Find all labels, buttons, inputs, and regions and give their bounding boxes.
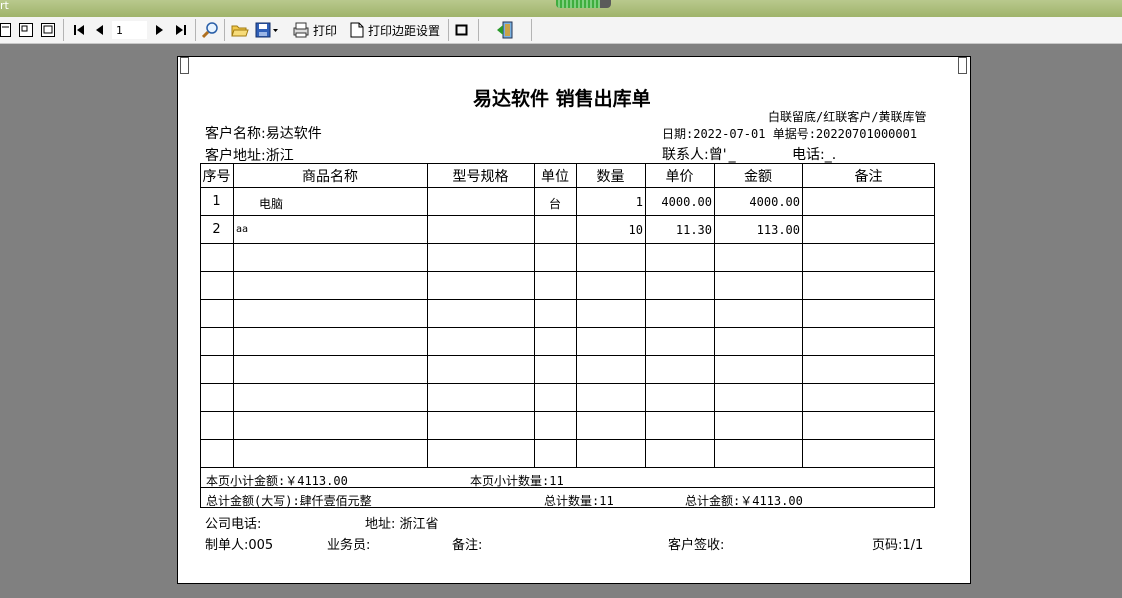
col-header-qty: 数量: [596, 169, 625, 185]
page-number-input[interactable]: 1: [112, 21, 147, 39]
subtotal-amount: 本页小计金额:￥4113.00: [206, 474, 348, 488]
row1-qty: 1: [635, 195, 643, 209]
open-folder-icon[interactable]: [231, 20, 249, 40]
row1-amount: 4000.00: [749, 195, 800, 209]
col-header-unit: 单位: [541, 169, 569, 185]
exit-icon[interactable]: [496, 20, 514, 40]
salesman: 业务员:: [327, 538, 371, 553]
company-phone: 公司电话:: [205, 517, 262, 532]
col-header-spec: 型号规格: [452, 169, 509, 185]
contact: 联系人:曾' _: [662, 147, 736, 163]
page-margin-button[interactable]: 打印边距设置: [350, 20, 440, 40]
first-page-icon[interactable]: [73, 20, 85, 40]
row2-amount: 113.00: [756, 223, 800, 237]
print-label: 打印: [313, 23, 338, 38]
next-page-icon[interactable]: [154, 20, 164, 40]
row1-no: 1: [212, 194, 221, 209]
col-header-price: 单价: [665, 169, 694, 185]
loading-indicator: [556, 0, 611, 8]
total-qty: 总计数量:11: [544, 494, 614, 508]
col-header-no: 序号: [202, 169, 231, 185]
subtotal-qty: 本页小计数量:11: [470, 474, 564, 488]
customer-name: 客户名称:易达软件: [205, 126, 322, 142]
row2-no: 2: [212, 222, 221, 237]
title-bar: rt: [0, 0, 1122, 17]
report-title: 易达软件 销售出库单: [473, 88, 651, 110]
total-words: 总计金额(大写):肆仟壹佰元整: [206, 494, 372, 508]
row1-price: 4000.00: [661, 195, 712, 209]
row2-name: aa: [236, 224, 249, 235]
copy-note: 白联留底/红联客户/黄联库管: [768, 110, 927, 124]
frame-icon[interactable]: [455, 20, 469, 40]
prev-page-icon[interactable]: [95, 20, 105, 40]
customer-sign: 客户签收:: [668, 538, 725, 553]
print-icon: [293, 22, 309, 38]
customer-address: 客户地址:浙江: [205, 148, 294, 164]
margin-marker-left[interactable]: [180, 57, 189, 74]
margin-label: 打印边距设置: [368, 23, 441, 38]
window-title: rt: [0, 0, 9, 12]
save-icon[interactable]: [255, 20, 279, 40]
page-number: 页码:1/1: [872, 538, 924, 553]
zoom-icon[interactable]: [202, 20, 220, 40]
total-amount: 总计金额:￥4113.00: [685, 494, 803, 508]
maker: 制单人:005: [205, 538, 274, 553]
company-address: 地址: 浙江省: [365, 517, 439, 532]
row1-name: 电脑: [259, 197, 284, 211]
row2-qty: 10: [628, 223, 643, 237]
date-docno: 日期:2022-07-01 单据号:20220701000001: [662, 127, 918, 141]
margin-marker-right[interactable]: [958, 57, 967, 74]
col-header-amount: 金额: [744, 169, 772, 185]
row1-unit: 台: [548, 197, 561, 211]
remark: 备注:: [452, 538, 483, 553]
print-button[interactable]: 打印: [292, 20, 337, 40]
col-header-note: 备注: [854, 169, 883, 185]
phone: 电话:_.: [792, 147, 837, 163]
preview-toolbar: 1 打印 打印边距设置: [0, 17, 1122, 44]
two-page-icon[interactable]: [19, 20, 35, 40]
col-header-name: 商品名称: [302, 169, 358, 185]
multi-page-icon[interactable]: [41, 20, 57, 40]
row2-price: 11.30: [675, 223, 712, 237]
last-page-icon[interactable]: [175, 20, 187, 40]
page-icon[interactable]: [0, 20, 12, 40]
page-setup-icon: [350, 22, 364, 38]
